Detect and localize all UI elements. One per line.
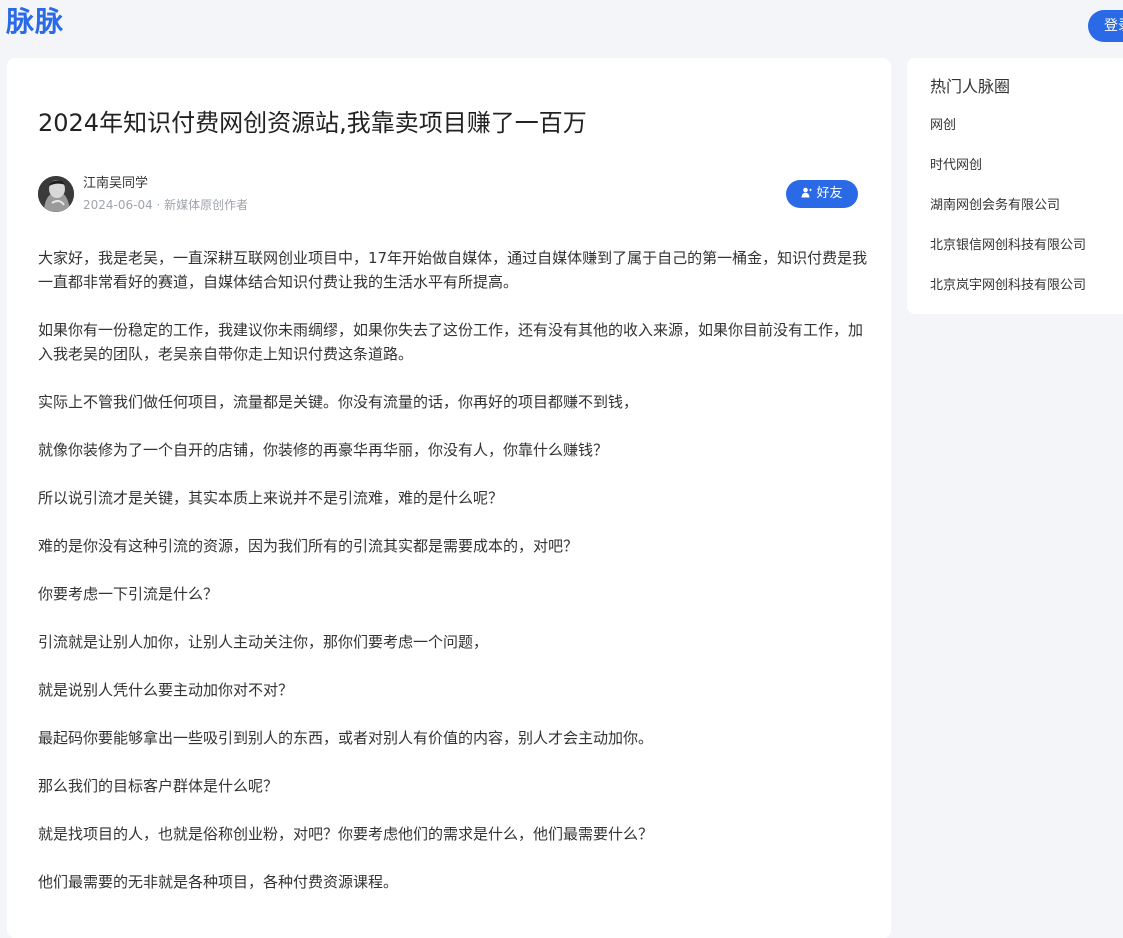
author-avatar[interactable] <box>38 176 74 212</box>
add-friend-label: 好友 <box>816 186 843 201</box>
hot-circle-item[interactable]: 湖南网创会务有限公司 <box>930 194 1086 234</box>
hot-circles-title: 热门人脉圈 <box>930 77 1011 96</box>
author-name[interactable]: 江南吴同学 <box>83 174 148 194</box>
maimai-logo[interactable]: 脉脉 <box>6 4 64 40</box>
paragraph: 引流就是让别人加你，让别人主动关注你，那你们要考虑一个问题， <box>38 633 489 651</box>
hot-circle-item[interactable]: 时代网创 <box>930 154 1086 194</box>
paragraph: 就是找项目的人，也就是俗称创业粉，对吧？你要考虑他们的需求是什么，他们最需要什么… <box>38 825 654 843</box>
paragraph: 所以说引流才是关键，其实本质上来说并不是引流难，难的是什么呢？ <box>38 489 504 507</box>
user-add-icon <box>801 181 813 209</box>
paragraph: 他们最需要的无非就是各种项目，各种付费资源课程。 <box>38 873 399 891</box>
hot-circle-item[interactable]: 北京岚宇网创科技有限公司 <box>930 274 1086 314</box>
login-button[interactable]: 登录 <box>1088 10 1123 42</box>
paragraph: 难的是你没有这种引流的资源，因为我们所有的引流其实都是需要成本的，对吧？ <box>38 537 579 555</box>
paragraph: 那么我们的目标客户群体是什么呢？ <box>38 777 279 795</box>
add-friend-button[interactable]: 好友 <box>786 180 858 208</box>
paragraph: 就像你装修为了一个自开的店铺，你装修的再豪华再华丽，你没有人，你靠什么赚钱？ <box>38 441 609 459</box>
author-meta: 2024-06-04 · 新媒体原创作者 <box>83 198 249 212</box>
hot-circles-list: 网创 时代网创 湖南网创会务有限公司 北京银信网创科技有限公司 北京岚宇网创科技… <box>930 114 1086 314</box>
paragraph: 如果你有一份稳定的工作，我建议你未雨绸缪，如果你失去了这份工作，还有没有其他的收… <box>38 321 864 363</box>
paragraph: 实际上不管我们做任何项目，流量都是关键。你没有流量的话，你再好的项目都赚不到钱， <box>38 393 639 411</box>
paragraph: 最起码你要能够拿出一些吸引到别人的东西，或者对别人有价值的内容，别人才会主动加你… <box>38 729 654 747</box>
paragraph: 就是说别人凭什么要主动加你对不对？ <box>38 681 294 699</box>
paragraph: 大家好，我是老吴，一直深耕互联网创业项目中，17年开始做自媒体，通过自媒体赚到了… <box>38 249 868 291</box>
avatar-portrait-icon <box>38 176 74 212</box>
hot-circles-card: 热门人脉圈 网创 时代网创 湖南网创会务有限公司 北京银信网创科技有限公司 北京… <box>907 58 1123 314</box>
article-title: 2024年知识付费网创资源站,我靠卖项目赚了一百万 <box>38 109 587 137</box>
article-card: 2024年知识付费网创资源站,我靠卖项目赚了一百万 江南吴同学 2024-06-… <box>7 58 891 938</box>
hot-circle-item[interactable]: 网创 <box>930 114 1086 154</box>
article-body: 大家好，我是老吴，一直深耕互联网创业项目中，17年开始做自媒体，通过自媒体赚到了… <box>38 246 868 918</box>
paragraph: 你要考虑一下引流是什么？ <box>38 585 219 603</box>
hot-circle-item[interactable]: 北京银信网创科技有限公司 <box>930 234 1086 274</box>
author-bar: 江南吴同学 2024-06-04 · 新媒体原创作者 好友 <box>38 174 858 214</box>
